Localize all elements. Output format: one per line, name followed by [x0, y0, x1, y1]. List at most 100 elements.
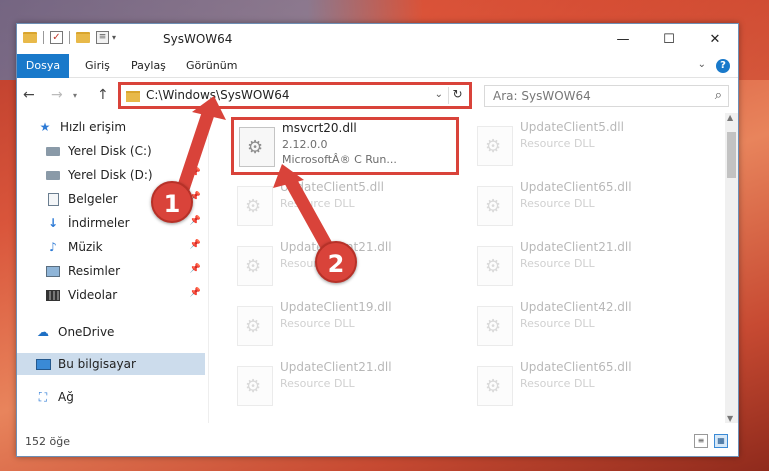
file-type: Resource DLL — [280, 197, 355, 210]
sidebar-item-local-disk-c[interactable]: Yerel Disk (C:) 📌 — [17, 140, 205, 162]
music-icon: ♪ — [49, 240, 57, 254]
file-tile[interactable]: UpdateClient21.dll Resource DLL — [470, 237, 700, 295]
file-description: MicrosoftÂ® C Run... — [282, 153, 397, 166]
explorer-window: ✓ ≡ ▾ SysWOW64 — ☐ ✕ Dosya Giriş Paylaş … — [16, 23, 739, 457]
dll-file-icon — [237, 366, 273, 406]
file-version: 2.12.0.0 — [282, 138, 328, 151]
forward-button[interactable]: → — [51, 87, 63, 103]
sidebar-item-label: Müzik — [68, 240, 103, 254]
star-icon: ★ — [39, 120, 51, 134]
file-tile[interactable]: UpdateClient65.dll Resource DLL — [470, 357, 700, 415]
file-tile[interactable]: UpdateClient65.dll Resource DLL — [470, 177, 700, 235]
search-icon: ⌕ — [714, 88, 722, 103]
sidebar-item-label: Belgeler — [68, 192, 118, 206]
tiles-view-icon[interactable]: ▦ — [714, 434, 728, 448]
sidebar-item-quick-access[interactable]: ★ Hızlı erişim — [17, 116, 205, 138]
file-tile[interactable]: UpdateClient5.dll Resource DLL — [470, 117, 700, 175]
expand-ribbon-icon[interactable]: ⌄ — [698, 59, 706, 70]
file-type: Resource DLL — [520, 197, 595, 210]
step-1-badge: 1 — [151, 181, 193, 223]
navigation-bar: ← → ▾ ↑ C:\Windows\SysWOW64 ⌄ ↻ Ara: Sys… — [17, 79, 738, 113]
dll-file-icon — [239, 127, 275, 167]
quick-access-toolbar: ✓ ≡ ▾ — [23, 31, 116, 44]
file-tile[interactable]: UpdateClient42.dll Resource DLL — [470, 297, 700, 355]
up-button[interactable]: ↑ — [97, 87, 109, 103]
navigation-pane: ★ Hızlı erişim Yerel Disk (C:) 📌 Yerel D… — [17, 113, 209, 423]
dll-file-icon — [477, 246, 513, 286]
pin-icon[interactable]: 📌 — [190, 216, 201, 226]
maximize-button[interactable]: ☐ — [646, 24, 692, 54]
sidebar-item-music[interactable]: ♪ Müzik 📌 — [17, 236, 205, 258]
file-name: UpdateClient21.dll — [280, 360, 392, 374]
search-input[interactable]: Ara: SysWOW64 ⌕ — [484, 85, 729, 107]
sidebar-item-onedrive[interactable]: ☁ OneDrive — [17, 321, 205, 343]
details-view-icon[interactable]: ≡ — [694, 434, 708, 448]
properties-check-icon[interactable]: ✓ — [50, 31, 63, 44]
sidebar-item-network[interactable]: ⛶ Ağ — [17, 386, 205, 408]
step-2-badge: 2 — [315, 241, 357, 283]
close-button[interactable]: ✕ — [692, 24, 738, 54]
sidebar-item-pictures[interactable]: Resimler 📌 — [17, 260, 205, 282]
toolbar-separator — [43, 31, 44, 44]
network-icon: ⛶ — [38, 389, 48, 404]
drive-icon — [46, 170, 60, 180]
dll-file-icon — [477, 186, 513, 226]
address-path[interactable]: C:\Windows\SysWOW64 — [146, 88, 290, 102]
file-tile[interactable]: UpdateClient19.dll Resource DLL — [230, 297, 460, 355]
file-name: UpdateClient21.dll — [520, 240, 632, 254]
recent-locations-button[interactable]: ▾ — [73, 91, 77, 100]
sidebar-item-label: Ağ — [58, 390, 74, 404]
properties-icon[interactable]: ≡ — [96, 31, 109, 44]
help-icon[interactable]: ? — [716, 59, 730, 73]
refresh-icon[interactable]: ↻ — [448, 87, 466, 104]
dll-file-icon — [237, 306, 273, 346]
file-name: UpdateClient65.dll — [520, 180, 632, 194]
tab-view[interactable]: Görünüm — [174, 54, 249, 78]
file-tile[interactable]: UpdateClient5.dll Resource DLL — [230, 177, 460, 235]
window-title: SysWOW64 — [163, 32, 233, 46]
dll-file-icon — [477, 306, 513, 346]
new-folder-icon[interactable] — [76, 32, 90, 43]
file-name: UpdateClient42.dll — [520, 300, 632, 314]
scroll-up-icon[interactable]: ▲ — [727, 113, 733, 122]
highlighted-file[interactable]: msvcrt20.dll 2.12.0.0 MicrosoftÂ® C Run.… — [231, 117, 459, 175]
toolbar-separator — [69, 31, 70, 44]
file-type: Resource DLL — [520, 317, 595, 330]
file-tile-msvcrt20[interactable]: msvcrt20.dll 2.12.0.0 MicrosoftÂ® C Run.… — [232, 118, 462, 176]
dll-file-icon — [237, 186, 273, 226]
file-name: UpdateClient5.dll — [520, 120, 624, 134]
folder-icon — [23, 32, 37, 43]
tab-file[interactable]: Dosya — [17, 54, 69, 78]
file-tile[interactable]: UpdateClient21.dll Resource DLL — [230, 357, 460, 415]
tab-share[interactable]: Paylaş — [119, 54, 178, 78]
sidebar-item-videos[interactable]: Videolar 📌 — [17, 284, 205, 306]
back-button[interactable]: ← — [23, 87, 35, 103]
pin-icon[interactable]: 📌 — [190, 264, 201, 274]
address-dropdown-icon[interactable]: ⌄ — [435, 89, 443, 100]
computer-icon — [35, 358, 51, 370]
customize-toolbar-icon[interactable]: ▾ — [112, 33, 116, 42]
pin-icon[interactable]: 📌 — [190, 144, 201, 154]
title-bar: ✓ ≡ ▾ SysWOW64 — ☐ ✕ — [17, 24, 738, 54]
sidebar-item-this-pc[interactable]: Bu bilgisayar — [17, 353, 205, 375]
search-placeholder: Ara: SysWOW64 — [493, 89, 591, 103]
file-name: UpdateClient65.dll — [520, 360, 632, 374]
pin-icon[interactable]: 📌 — [190, 288, 201, 298]
scroll-down-icon[interactable]: ▼ — [727, 414, 733, 423]
vertical-scrollbar[interactable]: ▲ ▼ — [725, 113, 738, 423]
scroll-thumb[interactable] — [727, 132, 736, 178]
address-bar[interactable]: C:\Windows\SysWOW64 ⌄ ↻ — [118, 82, 472, 109]
sidebar-item-label: Yerel Disk (D:) — [68, 168, 153, 182]
file-type: Resource DLL — [520, 137, 595, 150]
tab-home[interactable]: Giriş — [73, 54, 122, 78]
minimize-button[interactable]: — — [600, 24, 646, 54]
pin-icon[interactable]: 📌 — [190, 240, 201, 250]
dll-file-icon — [477, 366, 513, 406]
file-type: Resource DLL — [520, 377, 595, 390]
ribbon-tabs: Dosya Giriş Paylaş Görünüm ⌄ ? — [17, 54, 738, 78]
dll-file-icon — [477, 126, 513, 166]
download-icon: ↓ — [47, 216, 59, 230]
pin-icon[interactable]: 📌 — [190, 168, 201, 178]
sidebar-item-label: Bu bilgisayar — [58, 357, 136, 371]
document-icon — [47, 192, 59, 206]
